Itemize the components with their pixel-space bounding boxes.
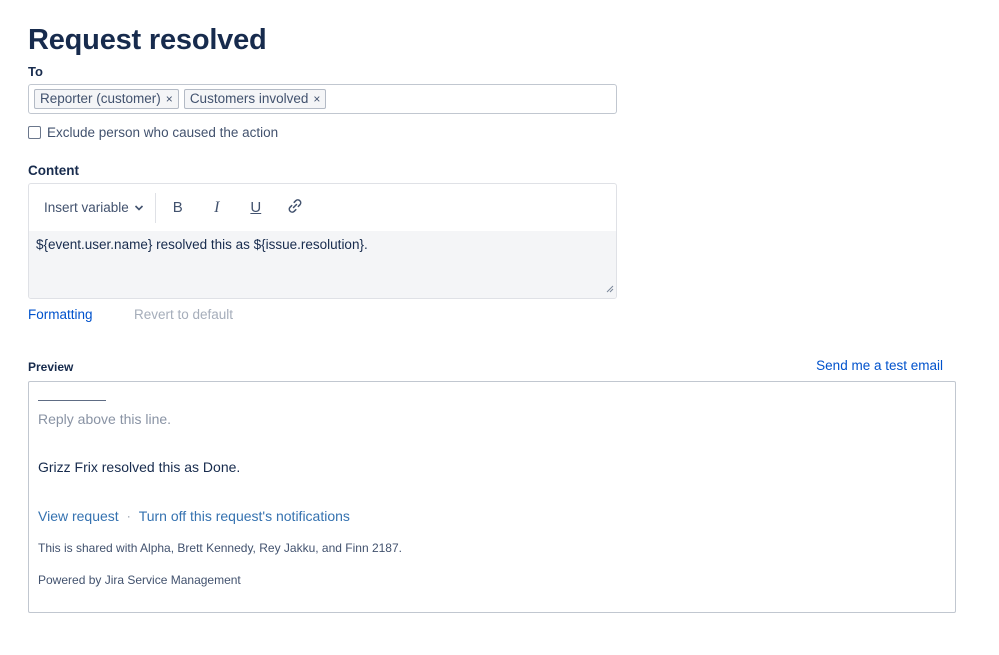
chevron-down-icon xyxy=(134,200,144,215)
reply-above-line-text: Reply above this line. xyxy=(38,411,172,427)
underline-button[interactable]: U xyxy=(240,192,272,224)
toolbar-divider xyxy=(154,192,156,223)
editor-toolbar: Insert variable B I U xyxy=(29,184,616,231)
remove-recipient-icon[interactable]: × xyxy=(313,93,320,105)
content-label: Content xyxy=(28,163,79,178)
recipient-chip-label: Reporter (customer) xyxy=(40,91,161,106)
recipient-chip-label: Customers involved xyxy=(189,91,309,106)
content-text: ${event.user.name} resolved this as ${is… xyxy=(36,237,368,252)
content-editor: Insert variable B I U ${event.user.name}… xyxy=(28,183,617,299)
to-label: To xyxy=(28,64,43,79)
link-button[interactable] xyxy=(279,192,311,224)
page-title: Request resolved xyxy=(28,24,267,56)
exclude-row: Exclude person who caused the action xyxy=(28,125,278,140)
link-separator: · xyxy=(126,509,131,523)
preview-message: Grizz Frix resolved this as Done. xyxy=(38,459,241,475)
shared-with-text: This is shared with Alpha, Brett Kennedy… xyxy=(38,541,402,555)
resize-grip-icon[interactable] xyxy=(605,281,614,296)
insert-variable-dropdown[interactable]: Insert variable xyxy=(37,192,151,224)
revert-to-default-link[interactable]: Revert to default xyxy=(134,307,233,322)
preview-links: View request · Turn off this request's n… xyxy=(38,508,350,524)
view-request-link[interactable]: View request xyxy=(38,508,119,524)
preview-label: Preview xyxy=(28,360,74,374)
powered-by-text: Powered by Jira Service Management xyxy=(38,573,241,587)
exclude-checkbox[interactable] xyxy=(28,126,41,139)
insert-variable-label: Insert variable xyxy=(44,200,129,215)
exclude-label[interactable]: Exclude person who caused the action xyxy=(47,125,278,140)
remove-recipient-icon[interactable]: × xyxy=(166,93,173,105)
content-textarea[interactable]: ${event.user.name} resolved this as ${is… xyxy=(29,231,616,298)
recipients-field[interactable]: Reporter (customer) × Customers involved… xyxy=(28,84,617,114)
turn-off-notifications-link[interactable]: Turn off this request's notifications xyxy=(139,508,350,524)
recipient-chip-reporter: Reporter (customer) × xyxy=(34,89,179,109)
email-preview: Reply above this line. Grizz Frix resolv… xyxy=(28,381,956,613)
reply-divider xyxy=(38,400,106,401)
formatting-link[interactable]: Formatting xyxy=(28,307,93,322)
italic-button[interactable]: I xyxy=(201,192,233,224)
recipient-chip-customers-involved: Customers involved × xyxy=(183,89,327,109)
bold-button[interactable]: B xyxy=(162,192,194,224)
link-icon xyxy=(286,197,304,219)
send-test-email-link[interactable]: Send me a test email xyxy=(816,358,943,373)
